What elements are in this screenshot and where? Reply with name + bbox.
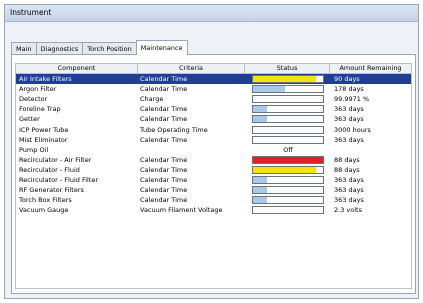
component-cell: Recirculator - Fluid Filter	[19, 176, 99, 184]
status-bar	[252, 95, 324, 104]
criteria-cell: Vacuum Filament Voltage	[140, 206, 223, 215]
status-bar	[252, 105, 324, 114]
table-row[interactable]: Recirculator - Air Filter Calendar Time 88…	[16, 155, 411, 165]
table-row[interactable]: Pump Oil Off	[16, 145, 411, 155]
window-title: Instrument	[5, 5, 418, 22]
status-bar-fill	[253, 116, 267, 123]
criteria-cell: Calendar Time	[140, 176, 188, 184]
criteria-cell: Tube Operating Time	[140, 125, 208, 134]
component-cell: Detector	[19, 95, 48, 104]
table-row[interactable]: Torch Box Filters Calendar Time 363 days	[16, 195, 411, 205]
amount-remaining-cell: 363 days	[334, 115, 364, 124]
column-header-criteria[interactable]: Criteria	[138, 64, 245, 74]
criteria-cell: Calendar Time	[140, 85, 188, 94]
amount-remaining-cell: 90 days	[334, 75, 360, 83]
amount-remaining-cell: 3000 hours	[334, 125, 371, 134]
component-cell: Vacuum Gauge	[19, 206, 69, 215]
amount-remaining-cell: 363 days	[334, 105, 364, 114]
table-row[interactable]: Air Intake Filters Calendar Time 90 days	[16, 74, 411, 84]
table-row[interactable]: Recirculator - Fluid Calendar Time 88 days	[16, 165, 411, 175]
criteria-cell: Calendar Time	[140, 196, 188, 205]
criteria-cell: Calendar Time	[140, 155, 188, 164]
column-header-component[interactable]: Component	[16, 64, 138, 74]
status-bar	[252, 85, 324, 94]
criteria-cell: Calendar Time	[140, 165, 188, 174]
status-bar	[252, 176, 324, 184]
amount-remaining-cell: 363 days	[334, 196, 364, 205]
criteria-cell: Charge	[140, 95, 164, 104]
criteria-cell: Calendar Time	[140, 75, 188, 83]
component-cell: Recirculator - Fluid	[19, 165, 80, 174]
column-header-status[interactable]: Status	[245, 64, 330, 74]
table-row[interactable]: Mist Eliminator Calendar Time 363 days	[16, 135, 411, 145]
status-bar	[252, 196, 324, 205]
criteria-cell: Calendar Time	[140, 105, 188, 114]
instrument-window: Instrument Main Diagnostics Torch Positi…	[4, 4, 419, 299]
component-cell: Getter	[19, 115, 40, 124]
status-text: Off	[283, 145, 293, 154]
status-bar-fill	[253, 177, 267, 183]
table-row[interactable]: RF Generator Filters Calendar Time 363 day…	[16, 185, 411, 195]
status-bar	[252, 155, 324, 164]
table-row[interactable]: Recirculator - Fluid Filter Calendar Time…	[16, 175, 411, 185]
component-cell: Pump Oil	[19, 145, 49, 154]
status-bar-fill	[253, 76, 316, 82]
status-bar	[252, 206, 324, 215]
amount-remaining-cell: 363 days	[334, 186, 364, 195]
table-row[interactable]: Getter Calendar Time 363 days	[16, 114, 411, 124]
component-cell: RF Generator Filters	[19, 186, 84, 195]
amount-remaining-cell: 363 days	[334, 176, 364, 184]
status-bar-fill	[253, 156, 323, 163]
amount-remaining-cell: 88 days	[334, 155, 360, 164]
status-bar	[252, 186, 324, 195]
component-cell: Recirculator - Air Filter	[19, 155, 92, 164]
status-bar-fill	[253, 166, 316, 173]
status-bar	[252, 75, 324, 83]
table-row[interactable]: Foreline Trap Calendar Time 363 days	[16, 104, 411, 114]
status-bar-fill	[253, 187, 267, 194]
component-cell: ICP Power Tube	[19, 125, 69, 134]
status-bar	[252, 135, 324, 144]
criteria-cell: Calendar Time	[140, 186, 188, 195]
amount-remaining-cell: 363 days	[334, 135, 364, 144]
component-cell: Mist Eliminator	[19, 135, 68, 144]
table-row[interactable]: Argon Filter Calendar Time 178 days	[16, 84, 411, 94]
component-cell: Torch Box Filters	[19, 196, 72, 205]
table-row[interactable]: ICP Power Tube Tube Operating Time 3000 ho…	[16, 125, 411, 135]
component-cell: Foreline Trap	[19, 105, 61, 114]
status-bar-fill	[253, 86, 285, 93]
maintenance-table: Component Criteria Status Amount Remaini…	[15, 63, 412, 289]
tab-maintenance[interactable]: Maintenance	[135, 40, 188, 55]
table-row[interactable]: Detector Charge 99.9971 %	[16, 94, 411, 104]
maintenance-panel: Component Criteria Status Amount Remaini…	[11, 54, 416, 294]
status-bar-fill	[253, 197, 267, 204]
table-row[interactable]: Vacuum Gauge Vacuum Filament Voltage 2.3 v…	[16, 205, 411, 215]
status-bar-fill	[253, 106, 267, 113]
criteria-cell: Calendar Time	[140, 135, 188, 144]
amount-remaining-cell: 88 days	[334, 165, 360, 174]
amount-remaining-cell: 178 days	[334, 85, 364, 94]
tab-strip: Main Diagnostics Torch Position Maintena…	[11, 40, 188, 55]
component-cell: Argon Filter	[19, 85, 57, 94]
status-bar	[252, 165, 324, 174]
component-cell: Air Intake Filters	[19, 75, 72, 83]
table-header: Component Criteria Status Amount Remaini…	[16, 64, 412, 74]
column-header-amount-remaining[interactable]: Amount Remaining	[330, 64, 412, 74]
status-bar	[252, 115, 324, 124]
amount-remaining-cell: 2.3 volts	[334, 206, 362, 215]
status-bar	[252, 125, 324, 134]
amount-remaining-cell: 99.9971 %	[334, 95, 370, 104]
criteria-cell: Calendar Time	[140, 115, 188, 124]
